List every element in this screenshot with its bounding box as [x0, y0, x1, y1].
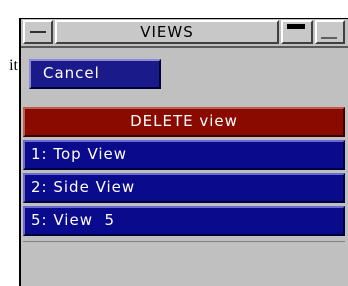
minimize-button[interactable] [315, 20, 345, 44]
background-window-text: it [9, 57, 18, 74]
maximize-icon [287, 24, 305, 29]
title-bar: VIEWS [21, 19, 348, 48]
view-item-side[interactable]: 2: Side View [23, 173, 345, 203]
view-item-view5[interactable]: 5: View 5 [23, 206, 345, 236]
view-item-top[interactable]: 1: Top View [23, 140, 345, 170]
delete-view-header[interactable]: DELETE view [23, 107, 345, 137]
window-menu-button[interactable] [23, 20, 53, 44]
window-menu-icon [30, 31, 46, 33]
window-title[interactable]: VIEWS [55, 20, 279, 44]
panel-divider [23, 241, 345, 242]
maximize-button[interactable] [281, 20, 313, 44]
cancel-button[interactable]: Cancel [29, 59, 161, 89]
views-dialog: VIEWS Cancel DELETE view 1: Top View 2: … [19, 18, 348, 286]
screen: it VIEWS Cancel DELETE view 1: Top View … [0, 0, 348, 286]
view-list-panel: DELETE view 1: Top View 2: Side View 5: … [23, 107, 345, 236]
minimize-icon [321, 37, 337, 39]
